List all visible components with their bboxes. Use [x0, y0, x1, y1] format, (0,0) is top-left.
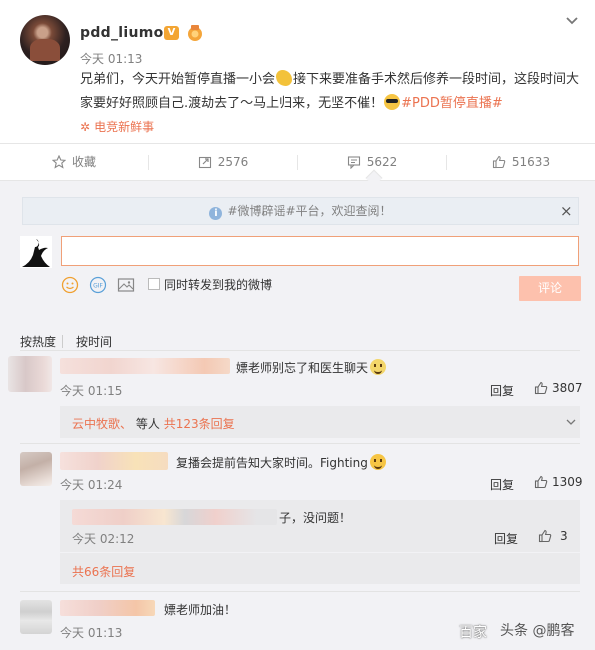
- comment-username[interactable]: [60, 358, 230, 374]
- comment-avatar[interactable]: [8, 356, 52, 392]
- more-replies-link[interactable]: 共66条回复: [72, 563, 135, 580]
- flower-icon: ✲: [80, 120, 91, 134]
- chevron-down-icon[interactable]: [565, 16, 579, 26]
- forward-checkbox-label[interactable]: 同时转发到我的微博: [164, 276, 272, 293]
- like-button[interactable]: 51633: [447, 144, 595, 181]
- post-time: 今天 01:13: [80, 52, 143, 66]
- comment-text: 复播会提前告知大家时间。Fighting: [176, 454, 386, 471]
- author-username[interactable]: pdd_liumou: [80, 25, 174, 41]
- watermark-right: 头条 @鹏客: [500, 623, 575, 639]
- comment-time: 今天 01:15: [60, 384, 123, 398]
- sub-reply-like-button[interactable]: 3: [538, 529, 568, 543]
- gif-icon[interactable]: GIF: [89, 276, 107, 294]
- rumor-notice[interactable]: i #微博辟谣#平台，欢迎查阅！: [22, 197, 579, 225]
- like-count: 51633: [511, 155, 551, 169]
- thumbs-up-icon: [534, 475, 548, 489]
- image-icon[interactable]: [117, 276, 135, 294]
- more-replies[interactable]: [60, 553, 580, 584]
- sub-reply-username[interactable]: [72, 509, 277, 525]
- flexed-arm-emoji-icon: [276, 70, 293, 86]
- post-hashtag-link[interactable]: #PDD暂停直播#: [401, 96, 503, 111]
- collect-button[interactable]: 收藏: [0, 144, 148, 181]
- reply-user-link[interactable]: 云中牧歌、: [72, 417, 132, 431]
- sort-by-time-tab[interactable]: 按时间: [76, 333, 112, 350]
- comment-like-button[interactable]: 3807: [534, 381, 583, 395]
- topic-link[interactable]: ✲ 电竞新鲜事: [80, 118, 154, 135]
- author-avatar[interactable]: [20, 15, 70, 65]
- sort-by-hot-tab[interactable]: 按热度: [20, 333, 56, 350]
- post-text: 兄弟们，今天开始暂停直播一小会 接下来要准备手术然后修养一段时间，这段时间大家要好…: [80, 68, 580, 116]
- comment-icon: [347, 156, 360, 170]
- thumbs-up-icon: [492, 155, 506, 169]
- collect-label: 收藏: [71, 155, 96, 169]
- action-bar: 收藏 2576 5622 51633: [0, 143, 595, 180]
- comment-text: 嫖老师加油！: [164, 603, 237, 617]
- forward-checkbox[interactable]: [148, 278, 160, 290]
- verified-badge-icon: V: [164, 26, 179, 40]
- replies-summary-text: 云中牧歌、 等人 共123条回复: [72, 417, 235, 431]
- watermark-left: 百家: [459, 625, 487, 641]
- submit-comment-button[interactable]: 评论: [519, 276, 581, 301]
- topic-label: 电竞新鲜事: [94, 120, 155, 134]
- thumbs-up-icon: [534, 381, 548, 395]
- comment-username[interactable]: [60, 452, 168, 470]
- emoji-icon[interactable]: [61, 276, 79, 294]
- sub-reply-button[interactable]: 回复: [494, 530, 518, 547]
- star-icon: [51, 154, 67, 169]
- comment-like-button[interactable]: 1309: [534, 475, 583, 489]
- total-replies-link[interactable]: 共123条回复: [164, 417, 235, 431]
- user-avatar[interactable]: [20, 236, 52, 268]
- comment-text: 嫖老师别忘了和医生聊天: [236, 359, 387, 376]
- comment-username[interactable]: [60, 600, 155, 616]
- smile-emoji-icon: [369, 454, 386, 470]
- svg-text:GIF: GIF: [93, 283, 103, 290]
- comment-count: 5622: [366, 155, 398, 169]
- forward-button[interactable]: 2576: [149, 144, 297, 181]
- comment-avatar[interactable]: [20, 452, 52, 486]
- forward-icon: [198, 156, 211, 169]
- post-text-part1: 兄弟们，今天开始暂停直播一小会: [80, 72, 276, 87]
- sunglasses-emoji-icon: [384, 94, 401, 110]
- close-icon[interactable]: ×: [560, 202, 573, 220]
- forward-count: 2576: [217, 155, 249, 169]
- sub-reply-time: 今天 02:12: [72, 532, 135, 546]
- medal-icon: [188, 25, 202, 41]
- comment-time: 今天 01:13: [60, 626, 123, 640]
- reply-button[interactable]: 回复: [490, 476, 514, 493]
- comment-time: 今天 01:24: [60, 478, 123, 492]
- chevron-down-icon[interactable]: [566, 419, 576, 426]
- reply-button[interactable]: 回复: [490, 382, 514, 399]
- comment-input[interactable]: [61, 236, 579, 266]
- cat-emoji-icon: [370, 359, 387, 375]
- info-icon: i: [209, 207, 223, 220]
- thumbs-up-icon: [538, 529, 552, 543]
- comment-avatar[interactable]: [20, 600, 52, 634]
- sub-reply-text: 子，没问题！: [279, 511, 352, 525]
- notice-text: #微博辟谣#平台，欢迎查阅！: [227, 204, 392, 218]
